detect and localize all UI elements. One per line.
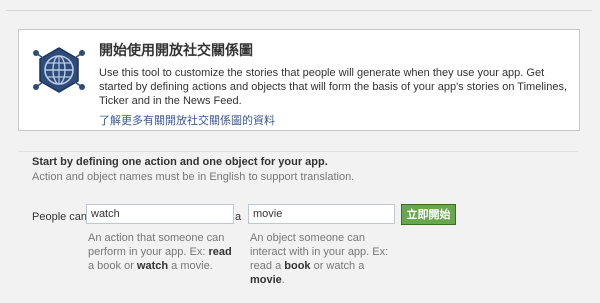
get-started-button[interactable]: 立即開始 [401, 204, 456, 225]
intro-card: 開始使用開放社交關係圖 Use this tool to customize t… [18, 29, 580, 131]
action-input[interactable] [86, 204, 234, 224]
define-heading: Start by defining one action and one obj… [32, 156, 328, 168]
intro-title: 開始使用開放社交關係圖 [99, 43, 253, 59]
page-container: 開始使用開放社交關係圖 Use this tool to customize t… [6, 10, 592, 294]
action-help-text: An action that someone can perform in yo… [88, 232, 232, 272]
people-can-label: People can [32, 211, 88, 223]
object-input[interactable] [248, 204, 395, 224]
object-help-text: An object someone can interact with in y… [250, 232, 389, 286]
open-graph-globe-icon [33, 47, 85, 93]
learn-more-link[interactable]: 了解更多有關開放社交關係圖的資料 [99, 112, 275, 128]
intro-text: 開始使用開放社交關係圖 Use this tool to customize t… [99, 40, 569, 128]
define-subheading: Action and object names must be in Engli… [32, 171, 355, 183]
article-label: a [235, 211, 242, 223]
intro-description: Use this tool to customize the stories t… [99, 67, 568, 107]
section-divider [18, 151, 578, 152]
